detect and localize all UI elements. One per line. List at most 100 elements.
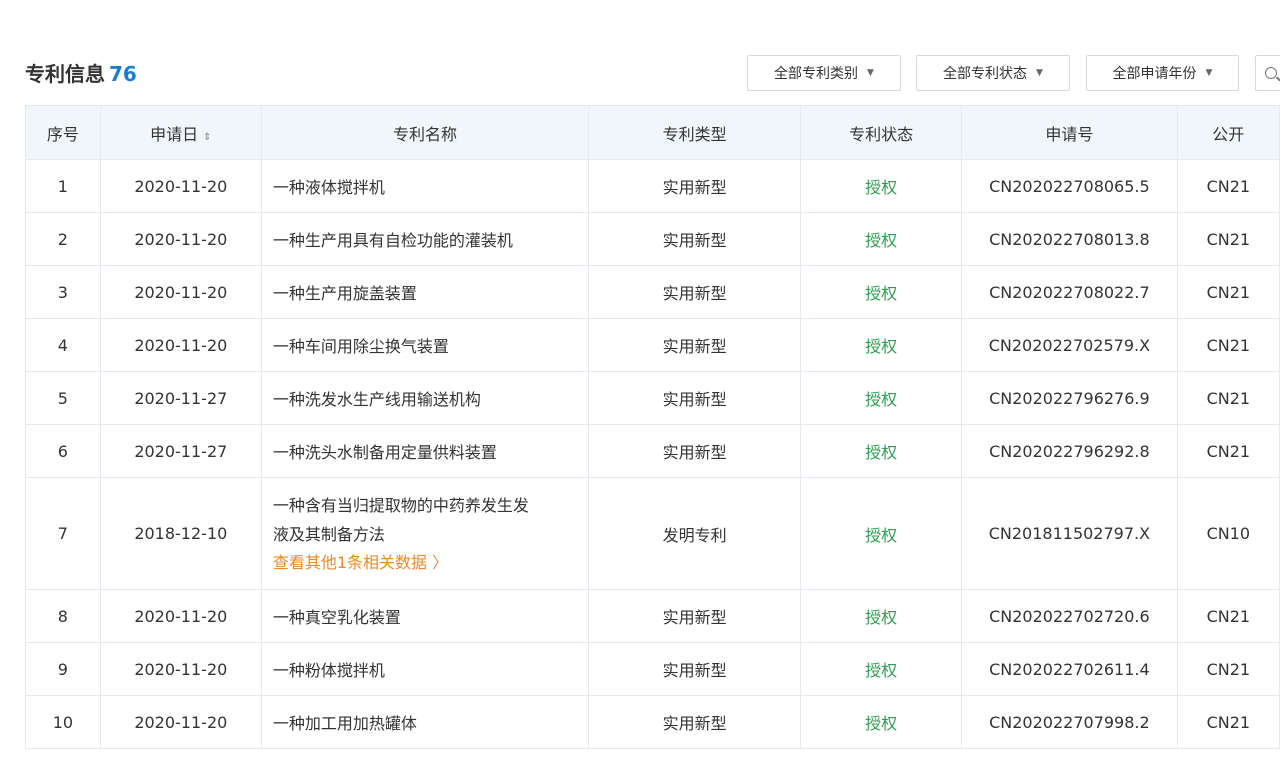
cell-app-no: CN202022708022.7 bbox=[961, 265, 1178, 319]
table-row: 5 2020-11-27 一种洗发水生产线用输送机构 实用新型 授权 CN202… bbox=[25, 371, 1280, 425]
cell-pub: CN21 bbox=[1176, 589, 1280, 643]
cell-patent-name[interactable]: 一种洗发水生产线用输送机构 bbox=[260, 371, 590, 425]
cell-pub: CN21 bbox=[1176, 212, 1280, 266]
col-header-date[interactable]: 申请日 ⇕ bbox=[99, 105, 262, 160]
cell-app-no: CN202022702611.4 bbox=[961, 642, 1178, 696]
col-header-app-no: 申请号 bbox=[961, 105, 1178, 160]
cell-index: 6 bbox=[25, 424, 101, 478]
table-row: 6 2020-11-27 一种洗头水制备用定量供料装置 实用新型 授权 CN20… bbox=[25, 424, 1280, 478]
cell-app-no: CN202022796292.8 bbox=[961, 424, 1178, 478]
caret-down-icon: ▼ bbox=[867, 68, 874, 78]
filter-label: 全部申请年份 bbox=[1112, 66, 1197, 82]
filter-label: 全部专利类别 bbox=[774, 66, 859, 82]
cell-index: 9 bbox=[25, 642, 101, 696]
cell-status: 授权 bbox=[799, 589, 963, 643]
table-row: 1 2020-11-20 一种液体搅拌机 实用新型 授权 CN202022708… bbox=[25, 159, 1280, 213]
cell-app-no: CN202022702720.6 bbox=[961, 589, 1178, 643]
filter-label: 全部专利状态 bbox=[943, 66, 1028, 82]
col-header-pub: 公开 bbox=[1176, 105, 1280, 160]
patent-count: 76 bbox=[109, 62, 137, 86]
cell-type: 实用新型 bbox=[588, 159, 801, 213]
header-bar: 专利信息 76 全部专利类别 ▼ 全部专利状态 ▼ 全部申请年份 ▼ bbox=[0, 0, 1280, 104]
cell-index: 8 bbox=[25, 589, 101, 643]
sort-icon[interactable]: ⇕ bbox=[203, 132, 211, 143]
caret-down-icon: ▼ bbox=[1205, 68, 1213, 78]
table-header-row: 序号 申请日 ⇕ 专利名称 专利类型 专利状态 申请号 公开 bbox=[25, 105, 1280, 160]
cell-patent-name[interactable]: 一种车间用除尘换气装置 bbox=[260, 318, 590, 372]
cell-patent-name[interactable]: 一种加工用加热罐体 bbox=[260, 695, 590, 749]
cell-index: 5 bbox=[25, 371, 101, 425]
cell-index: 4 bbox=[25, 318, 101, 372]
col-header-date-label: 申请日 bbox=[150, 124, 199, 144]
cell-status: 授权 bbox=[799, 265, 963, 319]
cell-app-no: CN201811502797.X bbox=[961, 477, 1178, 590]
cell-pub: CN21 bbox=[1176, 424, 1280, 478]
cell-patent-name[interactable]: 一种液体搅拌机 bbox=[260, 159, 590, 213]
cell-type: 实用新型 bbox=[588, 265, 801, 319]
cell-type: 实用新型 bbox=[588, 642, 801, 696]
patent-name-line[interactable]: 液及其制备方法 bbox=[273, 520, 588, 549]
search-button[interactable] bbox=[1255, 55, 1280, 91]
cell-type: 发明专利 bbox=[588, 477, 801, 590]
col-header-type: 专利类型 bbox=[588, 105, 801, 160]
cell-index: 1 bbox=[25, 159, 101, 213]
page-title: 专利信息 76 bbox=[25, 58, 137, 87]
application-year-filter[interactable]: 全部申请年份 ▼ bbox=[1086, 55, 1239, 91]
cell-type: 实用新型 bbox=[588, 424, 801, 478]
table-row: 4 2020-11-20 一种车间用除尘换气装置 实用新型 授权 CN20202… bbox=[25, 318, 1280, 372]
cell-app-no: CN202022708065.5 bbox=[961, 159, 1178, 213]
table-row: 7 2018-12-10 一种含有当归提取物的中药养发生发 液及其制备方法 查看… bbox=[25, 477, 1280, 590]
table-row: 8 2020-11-20 一种真空乳化装置 实用新型 授权 CN20202270… bbox=[25, 589, 1280, 643]
col-header-index: 序号 bbox=[25, 105, 101, 160]
cell-date: 2020-11-20 bbox=[99, 642, 262, 696]
cell-type: 实用新型 bbox=[588, 318, 801, 372]
cell-date: 2020-11-20 bbox=[99, 212, 262, 266]
cell-status: 授权 bbox=[799, 477, 963, 590]
cell-date: 2020-11-20 bbox=[99, 159, 262, 213]
title-text: 专利信息 bbox=[25, 62, 105, 86]
cell-status: 授权 bbox=[799, 318, 963, 372]
cell-pub: CN21 bbox=[1176, 695, 1280, 749]
cell-status: 授权 bbox=[799, 642, 963, 696]
cell-status: 授权 bbox=[799, 424, 963, 478]
cell-date: 2020-11-20 bbox=[99, 318, 262, 372]
table-row: 3 2020-11-20 一种生产用旋盖装置 实用新型 授权 CN2020227… bbox=[25, 265, 1280, 319]
cell-app-no: CN202022708013.8 bbox=[961, 212, 1178, 266]
related-data-link[interactable]: 查看其他1条相关数据 〉 bbox=[273, 549, 448, 577]
cell-patent-name: 一种含有当归提取物的中药养发生发 液及其制备方法 查看其他1条相关数据 〉 bbox=[260, 477, 590, 590]
table-row: 2 2020-11-20 一种生产用具有自检功能的灌装机 实用新型 授权 CN2… bbox=[25, 212, 1280, 266]
cell-type: 实用新型 bbox=[588, 695, 801, 749]
cell-pub: CN21 bbox=[1176, 642, 1280, 696]
cell-pub: CN21 bbox=[1176, 318, 1280, 372]
cell-index: 3 bbox=[25, 265, 101, 319]
cell-date: 2018-12-10 bbox=[99, 477, 262, 590]
cell-app-no: CN202022707998.2 bbox=[961, 695, 1178, 749]
cell-date: 2020-11-20 bbox=[99, 589, 262, 643]
caret-down-icon: ▼ bbox=[1036, 68, 1043, 78]
patent-status-filter[interactable]: 全部专利状态 ▼ bbox=[916, 55, 1070, 91]
cell-index: 7 bbox=[25, 477, 101, 590]
cell-pub: CN10 bbox=[1176, 477, 1280, 590]
cell-app-no: CN202022702579.X bbox=[961, 318, 1178, 372]
cell-patent-name[interactable]: 一种生产用旋盖装置 bbox=[260, 265, 590, 319]
cell-patent-name[interactable]: 一种粉体搅拌机 bbox=[260, 642, 590, 696]
cell-patent-name[interactable]: 一种生产用具有自检功能的灌装机 bbox=[260, 212, 590, 266]
cell-status: 授权 bbox=[799, 212, 963, 266]
search-icon bbox=[1265, 67, 1277, 79]
cell-patent-name[interactable]: 一种洗头水制备用定量供料装置 bbox=[260, 424, 590, 478]
cell-status: 授权 bbox=[799, 695, 963, 749]
patent-table: 序号 申请日 ⇕ 专利名称 专利类型 专利状态 申请号 公开 1 2020-11-… bbox=[25, 105, 1280, 749]
col-header-status: 专利状态 bbox=[799, 105, 963, 160]
cell-type: 实用新型 bbox=[588, 212, 801, 266]
cell-pub: CN21 bbox=[1176, 371, 1280, 425]
cell-pub: CN21 bbox=[1176, 159, 1280, 213]
cell-status: 授权 bbox=[799, 159, 963, 213]
cell-date: 2020-11-27 bbox=[99, 371, 262, 425]
col-header-name: 专利名称 bbox=[260, 105, 590, 160]
cell-date: 2020-11-20 bbox=[99, 265, 262, 319]
cell-pub: CN21 bbox=[1176, 265, 1280, 319]
cell-patent-name[interactable]: 一种真空乳化装置 bbox=[260, 589, 590, 643]
patent-name-line[interactable]: 一种含有当归提取物的中药养发生发 bbox=[273, 491, 588, 520]
cell-date: 2020-11-27 bbox=[99, 424, 262, 478]
patent-category-filter[interactable]: 全部专利类别 ▼ bbox=[747, 55, 901, 91]
